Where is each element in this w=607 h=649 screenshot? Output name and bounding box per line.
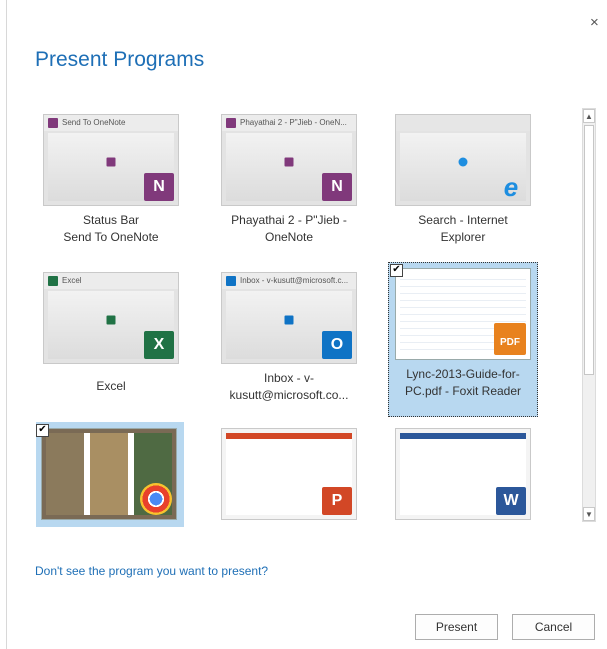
present-button[interactable]: Present — [415, 614, 498, 640]
program-thumbnail: Excel X — [43, 272, 179, 364]
onenote-glyph — [106, 157, 116, 167]
close-icon[interactable]: × — [590, 15, 599, 30]
thumbnail-title: Excel — [62, 276, 82, 285]
program-tile-phayathai-onenote[interactable]: Phayathai 2 - P"Jieb - OneN... N Phayath… — [214, 108, 364, 258]
program-tile-send-to-onenote[interactable]: Send To OneNote N Status Bar Send To OneN… — [36, 108, 186, 258]
program-label: Search - Internet Explorer — [418, 213, 508, 244]
excel-icon: X — [144, 331, 174, 359]
program-tile-powerpoint[interactable]: P — [214, 422, 364, 527]
program-thumbnail: Inbox - v-kusutt@microsoft.c... O — [221, 272, 357, 364]
excel-mini-icon — [48, 275, 58, 286]
scroll-down-arrow-icon[interactable]: ▼ — [583, 507, 595, 521]
program-thumbnail: W — [395, 428, 531, 520]
program-tile-word[interactable]: W — [388, 422, 538, 527]
onenote-mini-icon — [226, 117, 236, 128]
onenote-glyph — [284, 157, 294, 167]
excel-glyph — [106, 315, 116, 325]
vertical-scrollbar[interactable]: ▲ ▼ — [582, 108, 596, 522]
internet-explorer-icon: e — [503, 172, 519, 202]
word-icon: W — [496, 487, 526, 515]
cancel-button[interactable]: Cancel — [512, 614, 595, 640]
program-thumbnail: Phayathai 2 - P"Jieb - OneN... N — [221, 114, 357, 206]
program-label: Excel — [96, 379, 126, 393]
chrome-icon — [140, 483, 172, 515]
dialog-title: Present Programs — [35, 48, 205, 71]
thumbnail-title: Phayathai 2 - P"Jieb - OneN... — [240, 118, 347, 127]
outlook-icon: O — [322, 331, 352, 359]
thumbnail-title: Inbox - v-kusutt@microsoft.c... — [240, 276, 349, 285]
program-thumbnail — [41, 428, 177, 520]
program-tile-foxit-reader[interactable]: ✔ PDF Lync-2013-Guide-for- PC.pdf - Foxit… — [388, 262, 538, 417]
program-thumbnail: PDF — [395, 268, 531, 360]
scrollbar-thumb[interactable] — [584, 125, 594, 375]
program-label: Lync-2013-Guide-for- PC.pdf - Foxit Reade… — [404, 367, 522, 398]
program-thumbnail: e — [395, 114, 531, 206]
scroll-up-arrow-icon[interactable]: ▲ — [583, 109, 595, 123]
foxit-pdf-icon: PDF — [494, 323, 526, 355]
dialog-left-border — [0, 0, 7, 649]
program-tile-outlook-inbox[interactable]: Inbox - v-kusutt@microsoft.c... O Inbox … — [214, 266, 364, 416]
outlook-mini-icon — [226, 275, 236, 286]
onenote-icon: N — [144, 173, 174, 201]
program-tile-excel[interactable]: Excel X Excel — [36, 266, 186, 416]
program-label: Inbox - v-kusutt@microsoft.co... — [229, 371, 349, 402]
program-grid: Send To OneNote N Status Bar Send To OneN… — [36, 108, 577, 528]
thumbnail-title: Send To OneNote — [62, 118, 126, 127]
ie-glyph — [458, 157, 468, 167]
powerpoint-icon: P — [322, 487, 352, 515]
onenote-mini-icon — [48, 117, 58, 128]
program-label: Status Bar Send To OneNote — [63, 213, 159, 244]
program-tile-internet-explorer[interactable]: e Search - Internet Explorer — [388, 108, 538, 258]
outlook-glyph — [284, 315, 294, 325]
program-tile-chrome[interactable]: ✔ — [36, 422, 184, 527]
program-thumbnail: P — [221, 428, 357, 520]
checkbox-checked[interactable]: ✔ — [36, 424, 49, 437]
onenote-icon: N — [322, 173, 352, 201]
program-label: Phayathai 2 - P"Jieb - OneNote — [231, 213, 347, 244]
program-thumbnail: Send To OneNote N — [43, 114, 179, 206]
missing-program-link[interactable]: Don't see the program you want to presen… — [35, 564, 268, 578]
checkbox-checked[interactable]: ✔ — [390, 264, 403, 277]
